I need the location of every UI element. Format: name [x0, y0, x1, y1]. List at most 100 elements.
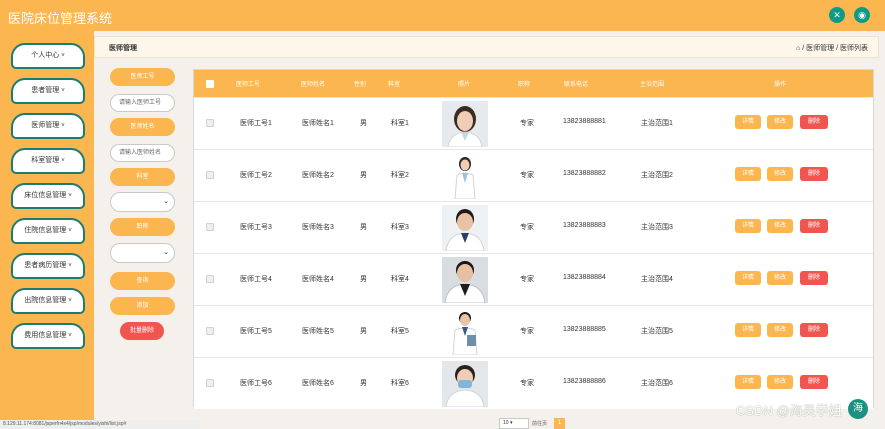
cell-doctor-id: 医师工号3: [240, 224, 272, 231]
cell-gender: 男: [360, 380, 367, 387]
column-header-id: 医师工号: [236, 82, 261, 88]
delete-button[interactable]: 删除: [800, 375, 828, 389]
delete-button[interactable]: 删除: [800, 115, 828, 129]
department-select[interactable]: ⌄: [110, 192, 175, 212]
cell-doctor-name: 医师姓名5: [302, 328, 334, 335]
column-header-name: 医师姓名: [301, 82, 326, 88]
column-header-phone: 联系电话: [564, 82, 589, 88]
sidebar-item-personal-center[interactable]: 个人中心 ˅: [11, 43, 85, 69]
filter-panel: 医师工号 请输入医师工号 医师姓名 请输入医师姓名 科室 ⌄ 职称 ⌄ 查询 添…: [100, 62, 188, 412]
cell-doctor-id: 医师工号4: [240, 276, 272, 283]
delete-button[interactable]: 删除: [800, 219, 828, 233]
doctor-photo: [442, 257, 488, 303]
sidebar-item-discharges[interactable]: 出院信息管理 ˅: [11, 288, 85, 314]
sidebar-item-label: 住院信息管理: [24, 227, 67, 234]
add-button[interactable]: 添加: [110, 297, 175, 315]
edit-button[interactable]: 修改: [767, 167, 793, 181]
edit-button[interactable]: 修改: [767, 115, 793, 129]
cell-scope: 主治范围1: [641, 120, 673, 127]
cell-scope: 主治范围2: [641, 172, 673, 179]
doctor-photo: [442, 101, 488, 147]
sidebar-item-admissions[interactable]: 住院信息管理 ˅: [11, 218, 85, 244]
column-header-actions: 操作: [774, 82, 787, 88]
sidebar-item-label: 患者管理: [31, 87, 60, 94]
delete-button[interactable]: 删除: [800, 271, 828, 285]
cell-doctor-name: 医师姓名3: [302, 224, 334, 231]
sidebar-item-fees[interactable]: 费用信息管理 ˅: [11, 323, 85, 349]
row-checkbox[interactable]: [206, 379, 214, 387]
detail-button[interactable]: 详情: [735, 167, 761, 181]
table-header: 医师工号 医师姓名 性别 科室 照片 职称 联系电话 主治范围 操作: [194, 70, 873, 97]
cell-phone: 13823888884: [563, 274, 606, 281]
sidebar-item-label: 患者病历管理: [24, 262, 67, 269]
column-header-photo: 照片: [458, 82, 471, 88]
user-icon[interactable]: ◉: [854, 7, 870, 23]
detail-button[interactable]: 详情: [735, 323, 761, 337]
sidebar-item-departments[interactable]: 科室管理 ˅: [11, 148, 85, 174]
watermark-logo: 海: [848, 399, 868, 419]
sidebar: 个人中心 ˅ 患者管理 ˅ 医师管理 ˅ 科室管理 ˅ 床位信息管理 ˅ 住院信息管理 ˅ …: [0, 31, 94, 429]
cell-doctor-name: 医师姓名4: [302, 276, 334, 283]
page-title: 医师管理: [109, 45, 137, 52]
chevron-down-icon: ⌄: [163, 198, 169, 205]
batch-delete-button[interactable]: 批量删除: [120, 322, 164, 340]
cell-department: 科室2: [391, 172, 409, 179]
department-label: 科室: [110, 168, 175, 186]
edit-button[interactable]: 修改: [767, 219, 793, 233]
detail-button[interactable]: 详情: [735, 219, 761, 233]
header-bar: 医师管理 ⌂ / 医师管理 / 医师列表: [94, 36, 879, 58]
cell-doctor-id: 医师工号1: [240, 120, 272, 127]
cell-doctor-name: 医师姓名1: [302, 120, 334, 127]
chevron-down-icon: ˅: [68, 193, 72, 199]
doctor-photo: [442, 205, 488, 251]
cell-scope: 主治范围5: [641, 328, 673, 335]
breadcrumb[interactable]: ⌂ / 医师管理 / 医师列表: [796, 43, 868, 53]
row-checkbox[interactable]: [206, 275, 214, 283]
current-page-button[interactable]: 1: [554, 418, 565, 429]
row-checkbox[interactable]: [206, 327, 214, 335]
cell-title: 专家: [520, 172, 534, 179]
select-all-checkbox[interactable]: [206, 80, 214, 88]
sidebar-item-doctors[interactable]: 医师管理 ˅: [11, 113, 85, 139]
detail-button[interactable]: 详情: [735, 115, 761, 129]
cell-department: 科室3: [391, 224, 409, 231]
search-button[interactable]: 查询: [110, 272, 175, 290]
chevron-down-icon: ˅: [61, 123, 65, 129]
table-row: 医师工号2 医师姓名2 男 科室2 专家 13823888882 主治范围2 详…: [194, 149, 873, 201]
row-checkbox[interactable]: [206, 223, 214, 231]
delete-button[interactable]: 删除: [800, 323, 828, 337]
cell-phone: 13823888886: [563, 378, 606, 385]
doctor-table: 医师工号 医师姓名 性别 科室 照片 职称 联系电话 主治范围 操作 医师工号1…: [193, 69, 874, 409]
title-select[interactable]: ⌄: [110, 243, 175, 263]
sidebar-item-beds[interactable]: 床位信息管理 ˅: [11, 183, 85, 209]
goto-label: 前往页: [532, 421, 548, 427]
app-title: 医院床位管理系统: [8, 11, 113, 26]
edit-button[interactable]: 修改: [767, 375, 793, 389]
sidebar-item-patients[interactable]: 患者管理 ˅: [11, 78, 85, 104]
detail-button[interactable]: 详情: [735, 271, 761, 285]
page-size-select[interactable]: 10 ▾: [499, 418, 529, 429]
cell-scope: 主治范围6: [641, 380, 673, 387]
delete-button[interactable]: 删除: [800, 167, 828, 181]
doctor-name-input[interactable]: 请输入医师姓名: [110, 144, 175, 162]
top-bar: 医院床位管理系统 ✕ ◉: [0, 0, 885, 31]
cell-gender: 男: [360, 328, 367, 335]
row-checkbox[interactable]: [206, 171, 214, 179]
edit-button[interactable]: 修改: [767, 271, 793, 285]
fullscreen-icon[interactable]: ✕: [829, 7, 845, 23]
cell-gender: 男: [360, 224, 367, 231]
table-row: 医师工号5 医师姓名5 男 科室5 专家 13823888885 主治范围5 详…: [194, 305, 873, 357]
cell-gender: 男: [360, 172, 367, 179]
column-header-scope: 主治范围: [640, 82, 665, 88]
cell-doctor-name: 医师姓名6: [302, 380, 334, 387]
row-checkbox[interactable]: [206, 119, 214, 127]
chevron-down-icon: ˅: [68, 228, 72, 234]
cell-title: 专家: [520, 380, 534, 387]
doctor-id-input[interactable]: 请输入医师工号: [110, 94, 175, 112]
sidebar-item-medical-records[interactable]: 患者病历管理 ˅: [11, 253, 85, 279]
doctor-photo: [442, 153, 488, 199]
detail-button[interactable]: 详情: [735, 375, 761, 389]
cell-phone: 13823888885: [563, 326, 606, 333]
edit-button[interactable]: 修改: [767, 323, 793, 337]
cell-title: 专家: [520, 120, 534, 127]
